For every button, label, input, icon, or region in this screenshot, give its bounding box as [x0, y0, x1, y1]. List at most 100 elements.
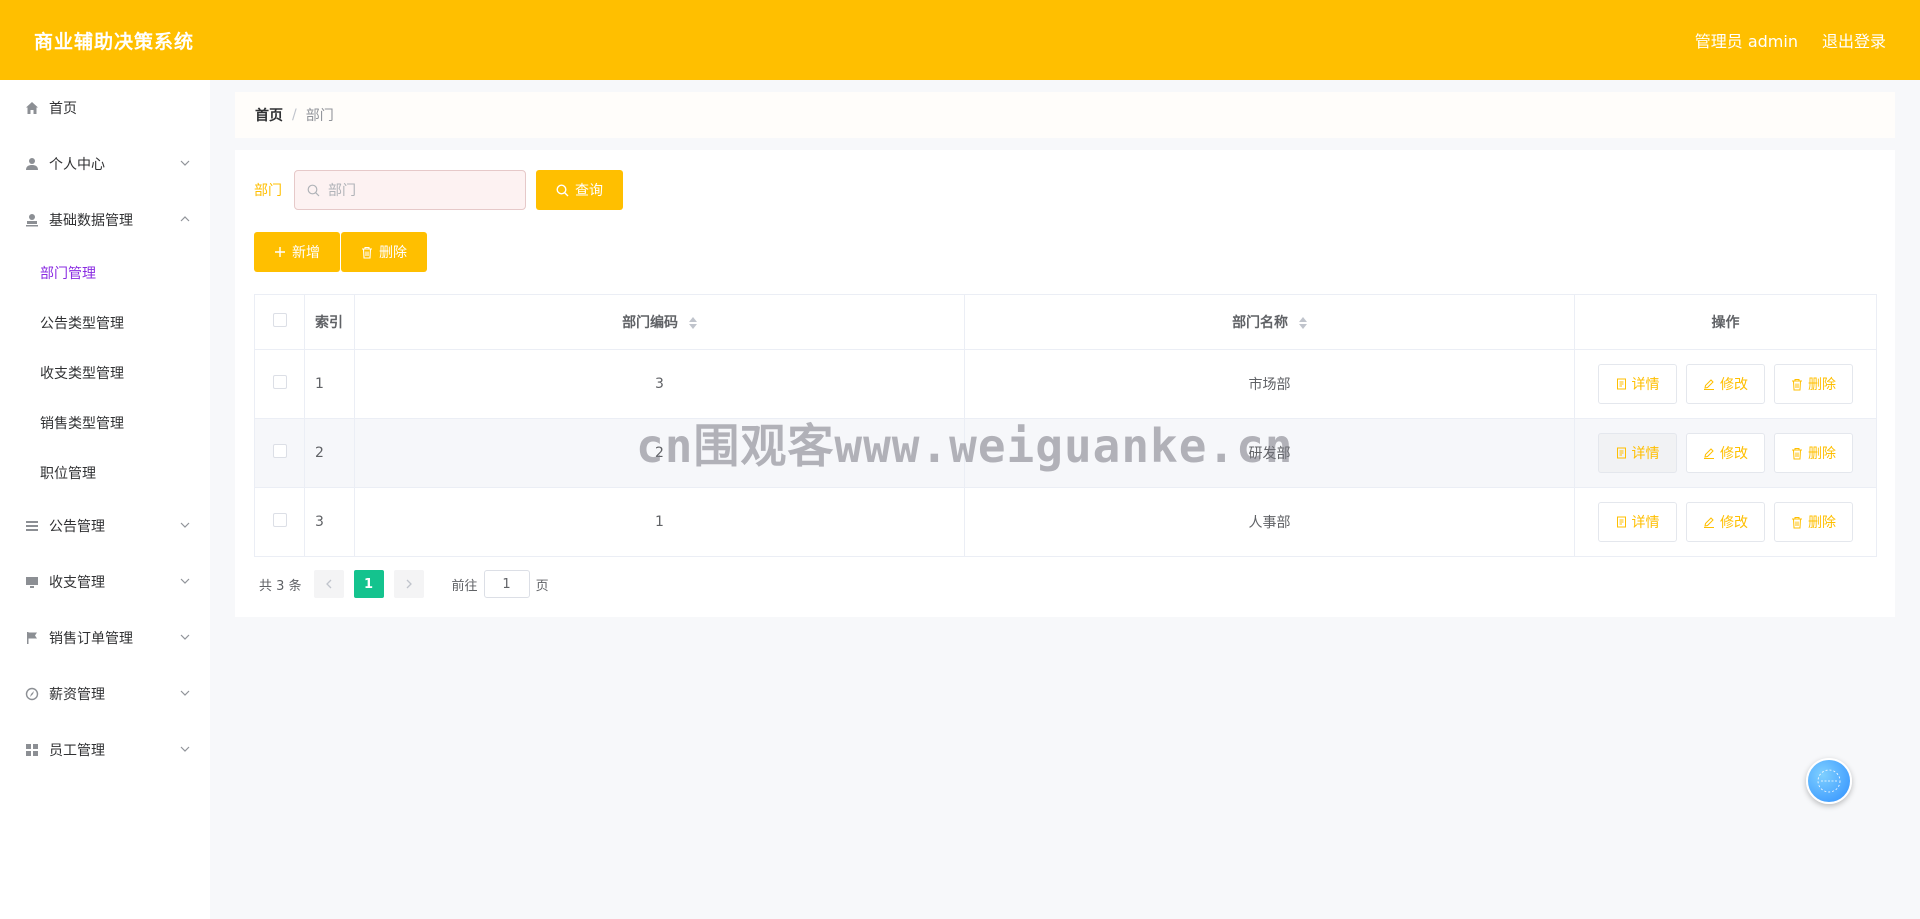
sidebar-item-profile[interactable]: 个人中心 [0, 136, 210, 192]
search-icon [556, 183, 569, 196]
edit-icon [1704, 517, 1714, 528]
monitor-icon [24, 574, 40, 590]
chevron-down-icon [180, 578, 190, 584]
sidebar-item-label: 收支管理 [49, 575, 105, 591]
edit-icon [1704, 448, 1714, 459]
sidebar-subitem-notice-type[interactable]: 公告类型管理 [0, 298, 210, 348]
search-form: 部门 部门 查询 [254, 170, 623, 210]
user-label[interactable]: 管理员 admin [1695, 28, 1798, 52]
grid-icon [24, 742, 40, 758]
breadcrumb-separator: / [292, 107, 297, 123]
floating-assistant-button[interactable] [1806, 758, 1852, 804]
department-table: 索引 部门编码 部门名称 操作 1 3 市场部 详情 修改 删除 2 2 研发部… [254, 294, 1877, 557]
breadcrumb-current: 部门 [305, 108, 334, 124]
row-code: 1 [354, 487, 965, 557]
chevron-right-icon [406, 579, 412, 589]
row-code: 2 [354, 418, 965, 488]
detail-button[interactable]: 详情 [1598, 502, 1677, 542]
query-button[interactable]: 查询 [536, 170, 623, 210]
prev-page-button[interactable] [313, 570, 344, 598]
sidebar-item-finance[interactable]: 收支管理 [0, 554, 210, 610]
header-name[interactable]: 部门名称 [964, 294, 1575, 350]
flag-icon [24, 630, 40, 646]
search-input[interactable]: 部门 [294, 170, 526, 210]
row-index: 3 [304, 487, 355, 557]
search-icon [307, 184, 320, 197]
row-select-cell [254, 418, 305, 488]
batch-delete-button[interactable]: 删除 [341, 232, 427, 272]
sidebar-subitem-department[interactable]: 部门管理 [0, 248, 210, 298]
add-button[interactable]: 新增 [254, 232, 340, 272]
sidebar-item-sales-order[interactable]: 销售订单管理 [0, 610, 210, 666]
detail-button[interactable]: 详情 [1598, 364, 1677, 404]
app-title: 商业辅助决策系统 [34, 30, 195, 53]
row-select-cell [254, 487, 305, 557]
table-row: 1 3 市场部 详情 修改 删除 [254, 349, 1877, 419]
sidebar-subitem-finance-type[interactable]: 收支类型管理 [0, 348, 210, 398]
page-jumper: 前往 1 页 [452, 570, 549, 598]
goto-label: 前往 [451, 578, 478, 594]
chevron-left-icon [325, 579, 332, 589]
row-checkbox[interactable] [272, 375, 287, 389]
goto-page-input[interactable]: 1 [483, 570, 530, 598]
home-icon [24, 100, 40, 116]
sort-icon[interactable] [688, 317, 697, 329]
header-name-label: 部门名称 [1232, 315, 1289, 331]
compass-icon [24, 686, 40, 702]
sidebar-subitem-sales-type[interactable]: 销售类型管理 [0, 398, 210, 448]
page-number-button[interactable]: 1 [353, 570, 384, 598]
delete-button[interactable]: 删除 [1774, 502, 1853, 542]
detail-button-label: 详情 [1631, 377, 1660, 393]
chevron-down-icon [180, 522, 190, 528]
document-icon [1616, 516, 1626, 528]
select-all-checkbox[interactable] [272, 313, 287, 327]
row-checkbox[interactable] [272, 444, 287, 458]
page-unit-label: 页 [535, 578, 549, 594]
pagination-total: 共 3 条 [259, 578, 302, 594]
header-user-area: 管理员 admin 退出登录 [1695, 28, 1886, 52]
edit-button-label: 修改 [1720, 446, 1748, 462]
pagination: 共 3 条 1 前往 1 页 [259, 570, 549, 598]
search-placeholder: 部门 [328, 183, 356, 199]
sidebar-item-label: 薪资管理 [49, 687, 105, 703]
sidebar-item-employee[interactable]: 员工管理 [0, 722, 210, 778]
sidebar-item-label: 员工管理 [49, 743, 105, 759]
chevron-down-icon [180, 690, 190, 696]
sidebar-item-notice[interactable]: 公告管理 [0, 498, 210, 554]
sidebar-subitem-position[interactable]: 职位管理 [0, 448, 210, 498]
sidebar-item-label: 销售订单管理 [49, 631, 133, 647]
row-checkbox[interactable] [272, 513, 287, 527]
detail-button[interactable]: 详情 [1598, 433, 1677, 473]
delete-button[interactable]: 删除 [1774, 433, 1853, 473]
trash-icon [1792, 516, 1802, 528]
sidebar-item-label: 基础数据管理 [49, 213, 133, 229]
sidebar-item-salary[interactable]: 薪资管理 [0, 666, 210, 722]
table-header-row: 索引 部门编码 部门名称 操作 [254, 294, 1877, 350]
user-icon [24, 156, 40, 172]
header-code-label: 部门编码 [622, 315, 679, 331]
action-toolbar: 新增 删除 [254, 232, 427, 272]
detail-button-label: 详情 [1631, 515, 1660, 531]
header-code[interactable]: 部门编码 [354, 294, 965, 350]
query-button-label: 查询 [575, 183, 603, 199]
chevron-up-icon [180, 216, 190, 222]
edit-button[interactable]: 修改 [1686, 502, 1765, 542]
edit-button[interactable]: 修改 [1686, 433, 1765, 473]
plus-icon [275, 247, 285, 257]
chevron-down-icon [180, 634, 190, 640]
delete-button[interactable]: 删除 [1774, 364, 1853, 404]
sidebar-item-label: 公告管理 [49, 519, 105, 535]
row-index: 1 [304, 349, 355, 419]
delete-button-label: 删除 [1808, 377, 1836, 393]
sidebar-item-base-data[interactable]: 基础数据管理 [0, 192, 210, 248]
sort-icon[interactable] [1298, 317, 1307, 329]
detail-button-label: 详情 [1631, 446, 1660, 462]
next-page-button[interactable] [393, 570, 424, 598]
sidebar-item-label: 个人中心 [49, 157, 105, 173]
logout-link[interactable]: 退出登录 [1822, 28, 1886, 52]
breadcrumb-home[interactable]: 首页 [255, 105, 283, 125]
sidebar-item-home[interactable]: 首页 [0, 80, 210, 136]
edit-button[interactable]: 修改 [1686, 364, 1765, 404]
row-ops: 详情 修改 删除 [1574, 349, 1877, 419]
trash-icon [1792, 447, 1802, 459]
